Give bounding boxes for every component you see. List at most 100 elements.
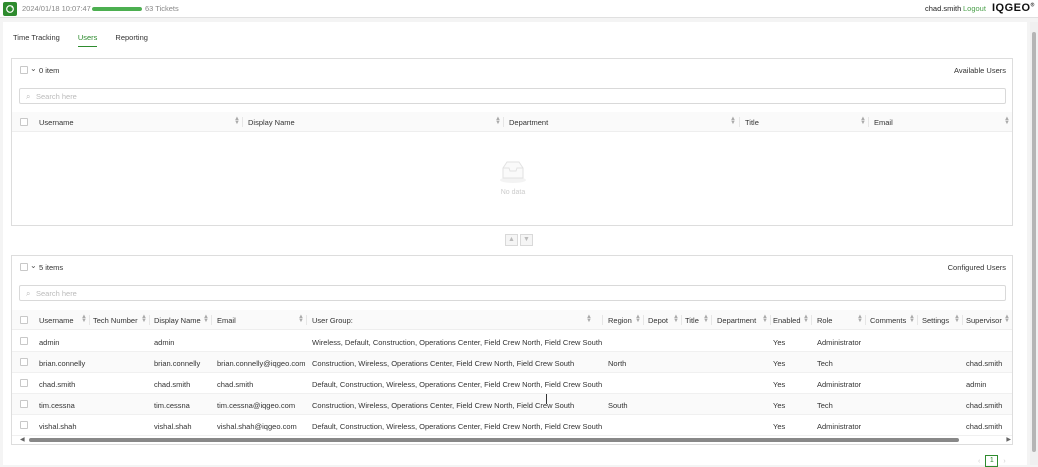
sort-icon[interactable]: ▲ ▼ (495, 116, 501, 126)
sort-icon[interactable]: ▲ ▼ (860, 116, 866, 126)
table-row[interactable]: tim.cessna tim.cessna tim.cessna@iqgeo.com… (12, 394, 1012, 415)
col-department[interactable]: Department (717, 316, 756, 325)
sort-icon[interactable]: ▲ ▼ (762, 314, 768, 324)
table-row[interactable]: brian.connelly brian.connelly brian.connel… (12, 352, 1012, 373)
table-row[interactable]: chad.smith chad.smith chad.smith Default, C… (12, 373, 1012, 394)
col-display-name[interactable]: Display Name (154, 316, 201, 325)
next-page-icon[interactable]: › (1003, 458, 1005, 465)
cell-enabled: Yes (773, 338, 786, 347)
select-all-checkbox[interactable] (20, 66, 28, 74)
logout-link[interactable]: Logout (963, 4, 986, 13)
col-user-group[interactable]: User Group: (312, 316, 353, 325)
tab-time-tracking[interactable]: Time Tracking (13, 33, 60, 47)
configured-users-header: ⌄ 5 items Configured Users (12, 256, 1012, 278)
empty-state-text: No data (500, 189, 526, 196)
current-user: chad.smith (925, 4, 962, 13)
sort-icon[interactable]: ▲ ▼ (909, 314, 915, 324)
column-divider (865, 315, 866, 325)
sort-icon[interactable]: ▲ ▼ (857, 314, 863, 324)
cell-role: Administrator (817, 380, 862, 389)
col-tech-number[interactable]: Tech Number (93, 316, 138, 325)
table-row[interactable]: vishal.shah vishal.shah vishal.shah@iqgeo.… (12, 415, 1012, 436)
panel-title: Configured Users (947, 263, 1006, 272)
available-users-panel: ⌄ 0 item Available Users ⌕ Username ▲▼ D… (11, 58, 1013, 226)
tab-bar: Time Tracking Users Reporting (13, 33, 148, 47)
chevron-down-icon[interactable]: ⌄ (30, 64, 37, 73)
sort-icon[interactable]: ▲ ▼ (203, 314, 209, 324)
col-supervisor[interactable]: Supervisor (966, 316, 1002, 325)
horizontal-scrollbar[interactable]: ◀ ▶ (16, 437, 1012, 443)
column-divider (503, 117, 504, 127)
sort-icon[interactable]: ▲ ▼ (1004, 314, 1010, 324)
col-settings[interactable]: Settings (922, 316, 949, 325)
cell-username: admin (39, 338, 60, 347)
scroll-left-icon[interactable]: ◀ (20, 436, 25, 443)
search-box: ⌕ (19, 285, 1006, 301)
sort-icon[interactable]: ▲ ▼ (703, 314, 709, 324)
tab-users[interactable]: Users (77, 33, 98, 47)
row-checkbox[interactable] (20, 379, 28, 387)
col-department[interactable]: Department (509, 118, 548, 127)
col-email[interactable]: Email (217, 316, 236, 325)
search-icon: ⌕ (26, 92, 31, 101)
cell-display: tim.cessna (154, 401, 190, 410)
cell-email: tim.cessna@iqgeo.com (217, 401, 296, 410)
row-checkbox[interactable] (20, 337, 28, 345)
col-enabled[interactable]: Enabled (773, 316, 801, 325)
text-cursor-icon (546, 394, 551, 404)
column-divider (306, 315, 307, 325)
page-number[interactable]: 1 (985, 455, 999, 467)
col-comments[interactable]: Comments (870, 316, 906, 325)
prev-page-icon[interactable]: ‹ (978, 458, 980, 465)
sort-icon[interactable]: ▲ ▼ (298, 314, 304, 324)
move-down-button[interactable]: ▼ (520, 234, 533, 246)
scrollbar-thumb[interactable] (29, 438, 959, 442)
header-checkbox[interactable] (20, 316, 28, 324)
column-divider (917, 315, 918, 325)
sort-icon[interactable]: ▲ ▼ (673, 314, 679, 324)
col-title[interactable]: Title (685, 316, 699, 325)
sort-icon[interactable]: ▲ ▼ (141, 314, 147, 324)
vertical-scrollbar[interactable] (1030, 22, 1038, 465)
row-checkbox[interactable] (20, 421, 28, 429)
row-checkbox[interactable] (20, 358, 28, 366)
chevron-down-icon[interactable]: ⌄ (30, 261, 37, 270)
cell-supervisor: admin (966, 380, 987, 389)
cell-group: Construction, Wireless, Operations Cente… (312, 359, 575, 368)
cell-region: North (608, 359, 627, 368)
sort-icon[interactable]: ▲ ▼ (954, 314, 960, 324)
col-email[interactable]: Email (874, 118, 893, 127)
column-divider (811, 315, 812, 325)
column-divider (149, 315, 150, 325)
sort-icon[interactable]: ▲ ▼ (730, 116, 736, 126)
col-role[interactable]: Role (817, 316, 832, 325)
sort-icon[interactable]: ▲ ▼ (234, 116, 240, 126)
col-username[interactable]: Username (39, 118, 74, 127)
move-up-button[interactable]: ▲ (505, 234, 518, 246)
pagination: ‹ 1 › (978, 455, 1006, 467)
tab-reporting[interactable]: Reporting (115, 33, 148, 47)
scrollbar-thumb[interactable] (1032, 32, 1036, 452)
col-username[interactable]: Username (39, 316, 74, 325)
row-checkbox[interactable] (20, 400, 28, 408)
cell-username: chad.smith (39, 380, 76, 389)
sort-icon[interactable]: ▲ ▼ (1004, 116, 1010, 126)
col-depot[interactable]: Depot (648, 316, 668, 325)
col-region[interactable]: Region (608, 316, 632, 325)
sort-icon[interactable]: ▲ ▼ (81, 314, 87, 324)
sort-icon[interactable]: ▲ ▼ (586, 314, 592, 324)
item-count: 0 item (39, 66, 60, 75)
search-input[interactable] (36, 288, 996, 299)
header-checkbox[interactable] (20, 118, 28, 126)
refresh-icon[interactable] (3, 2, 17, 16)
search-input[interactable] (36, 91, 996, 102)
available-users-header: ⌄ 0 item Available Users (12, 59, 1012, 81)
cell-username: vishal.shah (39, 422, 77, 431)
sort-icon[interactable]: ▲ ▼ (635, 314, 641, 324)
scroll-right-icon[interactable]: ▶ (1006, 436, 1011, 443)
select-all-checkbox[interactable] (20, 263, 28, 271)
table-row[interactable]: admin admin Wireless, Default, Constructio… (12, 331, 1012, 352)
sort-icon[interactable]: ▲ ▼ (803, 314, 809, 324)
col-display-name[interactable]: Display Name (248, 118, 295, 127)
col-title[interactable]: Title (745, 118, 759, 127)
